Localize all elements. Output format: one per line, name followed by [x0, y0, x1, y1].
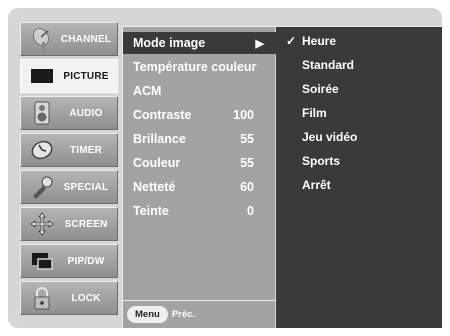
mode-option-arret[interactable]: Arrêt	[276, 174, 442, 196]
menu-row-label: Couleur	[133, 156, 181, 170]
sidebar-item-timer[interactable]: TIMER	[20, 133, 118, 167]
padlock-icon	[29, 285, 55, 311]
sidebar-item-special[interactable]: SPECIAL	[20, 170, 118, 204]
clock-icon	[29, 137, 55, 163]
menu-row-value: 55	[240, 156, 254, 170]
mode-option-label: Sports	[302, 154, 341, 168]
mode-option-standard[interactable]: Standard	[276, 54, 442, 76]
menu-row-value: 55	[240, 132, 254, 146]
sidebar-item-picture[interactable]: PICTURE	[20, 59, 118, 93]
sidebar-item-label: CHANNEL	[60, 33, 112, 45]
mode-option-label: Film	[302, 106, 327, 120]
menu-row-value: 0	[247, 204, 254, 218]
mode-option-heure[interactable]: ✓ Heure	[276, 30, 442, 52]
menu-row-value: 100	[233, 108, 254, 122]
sidebar-item-lock[interactable]: LOCK	[20, 281, 118, 315]
menu-footer: Menu Préc.	[123, 300, 276, 328]
menu-button[interactable]: Menu	[127, 306, 168, 323]
menu-row-couleur[interactable]: Couleur 55	[123, 152, 276, 174]
mode-option-label: Arrêt	[302, 178, 331, 192]
sidebar-item-channel[interactable]: CHANNEL	[20, 22, 118, 56]
sidebar-item-label: PICTURE	[63, 70, 109, 82]
mode-option-label: Jeu vidéo	[302, 130, 358, 144]
sidebar-item-label: LOCK	[71, 292, 101, 304]
tool-icon	[29, 174, 55, 200]
menu-row-label: Netteté	[133, 180, 176, 194]
mode-option-label: Heure	[302, 34, 337, 48]
sidebar-item-screen[interactable]: SCREEN	[20, 207, 118, 241]
mode-option-film[interactable]: Film	[276, 102, 442, 124]
category-sidebar: CHANNEL PICTURE AUDIO TIMER SPECIAL SCRE…	[20, 22, 118, 328]
sidebar-item-pip[interactable]: PIP/DW	[20, 244, 118, 278]
arrows-icon	[29, 211, 55, 237]
satellite-dish-icon	[29, 26, 55, 52]
sidebar-item-audio[interactable]: AUDIO	[20, 96, 118, 130]
menu-row-label: Brillance	[133, 132, 186, 146]
submenu-arrow-icon: ▶	[255, 37, 264, 50]
checkmark-icon: ✓	[286, 34, 297, 48]
mode-option-label: Standard	[302, 58, 355, 72]
menu-row-value: 60	[240, 180, 254, 194]
menu-row-mode-image[interactable]: Mode image ▶	[123, 32, 276, 54]
menu-row-label: ACM	[133, 84, 162, 98]
mode-option-jeu-video[interactable]: Jeu vidéo	[276, 126, 442, 148]
mode-option-soiree[interactable]: Soirée	[276, 78, 442, 100]
menu-row-label: Mode image	[133, 36, 206, 50]
pip-icon	[29, 248, 55, 274]
menu-row-label: Teinte	[133, 204, 169, 218]
menu-row-temperature[interactable]: Température couleur	[123, 56, 276, 78]
sidebar-item-label: SPECIAL	[63, 181, 109, 193]
sidebar-item-label: TIMER	[69, 144, 103, 156]
previous-label: Préc.	[171, 309, 196, 320]
sidebar-item-label: SCREEN	[64, 218, 108, 230]
menu-row-teinte[interactable]: Teinte 0	[123, 200, 276, 222]
picture-mode-options: ✓ Heure Standard Soirée Film Jeu vidéo S…	[276, 26, 442, 328]
menu-row-acm[interactable]: ACM	[123, 80, 276, 102]
speaker-icon	[29, 100, 55, 126]
sidebar-item-label: PIP/DW	[67, 255, 105, 267]
menu-row-nettete[interactable]: Netteté 60	[123, 176, 276, 198]
menu-row-brillance[interactable]: Brillance 55	[123, 128, 276, 150]
tv-screen-icon	[29, 63, 55, 89]
menu-row-label: Contraste	[133, 108, 192, 122]
sidebar-item-label: AUDIO	[69, 107, 103, 119]
mode-option-sports[interactable]: Sports	[276, 150, 442, 172]
menu-row-label: Température couleur	[133, 60, 257, 74]
picture-settings-menu: Mode image ▶ Température couleur ACM Con…	[122, 26, 276, 328]
mode-option-label: Soirée	[302, 82, 339, 96]
menu-row-contraste[interactable]: Contraste 100	[123, 104, 276, 126]
